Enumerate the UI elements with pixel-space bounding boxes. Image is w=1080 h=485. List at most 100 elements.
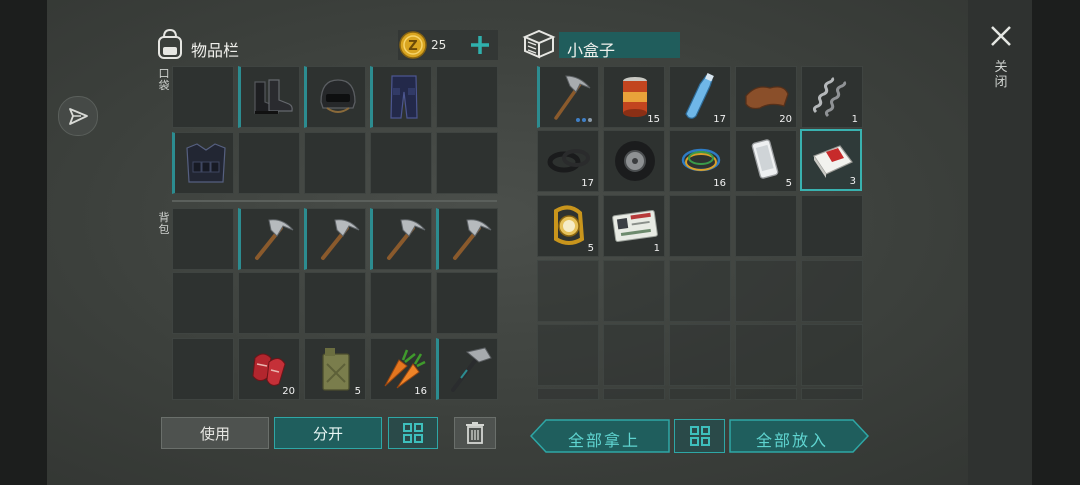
item-count: 3 xyxy=(849,176,856,187)
container-slot-empty[interactable] xyxy=(801,324,863,386)
container-slot[interactable]: 15 xyxy=(603,66,665,128)
inventory-slot-empty[interactable] xyxy=(304,132,366,194)
container-slot[interactable] xyxy=(537,66,599,128)
svg-text:Z: Z xyxy=(408,39,417,54)
item-count: 16 xyxy=(713,178,726,189)
sort-container-button[interactable] xyxy=(674,419,725,453)
container-slot[interactable]: 16 xyxy=(669,130,731,192)
container-slot-empty[interactable] xyxy=(801,260,863,322)
jerrycan-icon xyxy=(322,348,350,391)
container-slot-empty[interactable] xyxy=(735,260,797,322)
container-slot-empty[interactable] xyxy=(669,260,731,322)
container-slot[interactable] xyxy=(603,130,665,192)
helmet-icon xyxy=(320,79,356,113)
container-slot-empty[interactable] xyxy=(735,195,797,257)
boots-icon xyxy=(254,79,293,114)
container-slot[interactable]: 5 xyxy=(735,130,797,192)
take-all-label: 全部拿上 xyxy=(568,431,641,450)
inventory-slot-empty[interactable] xyxy=(172,208,234,270)
container-slot-empty[interactable] xyxy=(537,324,599,386)
container-slot[interactable]: 20 xyxy=(735,66,797,128)
inventory-slot-empty[interactable] xyxy=(436,66,498,128)
inventory-slot[interactable] xyxy=(304,66,366,128)
inventory-slot[interactable] xyxy=(238,66,300,128)
inventory-slot-empty[interactable] xyxy=(304,272,366,334)
inventory-slot[interactable]: 20 xyxy=(238,338,300,400)
pants-icon xyxy=(390,75,418,119)
item-count: 20 xyxy=(779,114,792,125)
container-slot[interactable]: 17 xyxy=(537,130,599,192)
close-icon xyxy=(991,26,1011,46)
container-title: 小盒子 xyxy=(567,41,616,60)
container-slot-empty[interactable] xyxy=(801,388,863,400)
inventory-slot[interactable] xyxy=(370,66,432,128)
inventory-slot-empty[interactable] xyxy=(172,272,234,334)
container-slot-empty[interactable] xyxy=(603,260,665,322)
hammer-icon xyxy=(451,347,492,392)
backpack-label: 背包 xyxy=(158,211,170,236)
inventory-slot-empty[interactable] xyxy=(436,272,498,334)
inventory-slot[interactable] xyxy=(436,338,498,400)
container-slot-selected[interactable]: 3 xyxy=(800,129,862,191)
inventory-slot-empty[interactable] xyxy=(238,272,300,334)
inventory-slot[interactable] xyxy=(172,132,234,194)
container-slot-empty[interactable] xyxy=(669,388,731,400)
container-slot-empty[interactable] xyxy=(669,195,731,257)
container-slot-empty[interactable] xyxy=(537,388,599,400)
pickaxe-icon xyxy=(554,75,591,120)
container-slot-empty[interactable] xyxy=(537,260,599,322)
container-slot[interactable]: 1 xyxy=(603,195,665,257)
inventory-slot[interactable]: 5 xyxy=(304,338,366,400)
container-slot-empty[interactable] xyxy=(669,324,731,386)
inventory-slot[interactable]: 16 xyxy=(370,338,432,400)
container-header: 小盒子 xyxy=(522,28,682,62)
inventory-slot-empty[interactable] xyxy=(238,132,300,194)
durability-dots xyxy=(576,118,592,122)
container-slot-empty[interactable] xyxy=(735,388,797,400)
add-coins-icon[interactable] xyxy=(468,33,492,57)
coin-count: 25 xyxy=(431,38,447,52)
inventory-slot[interactable] xyxy=(238,208,300,270)
inventory-slot-empty[interactable] xyxy=(436,132,498,194)
inventory-slot-empty[interactable] xyxy=(370,272,432,334)
item-count: 17 xyxy=(713,114,726,125)
inventory-slot[interactable] xyxy=(370,208,432,270)
box-icon xyxy=(522,29,556,59)
share-button[interactable] xyxy=(58,96,98,136)
item-count: 1 xyxy=(851,114,858,125)
phone-icon xyxy=(751,139,779,179)
vest-icon xyxy=(186,143,226,183)
close-button[interactable]: 关闭 xyxy=(984,20,1018,100)
container-slot[interactable]: 17 xyxy=(669,66,731,128)
trash-button[interactable] xyxy=(454,417,496,449)
take-all-button[interactable]: 全部拿上 xyxy=(530,419,670,453)
put-all-button[interactable]: 全部放入 xyxy=(729,419,869,453)
item-count: 17 xyxy=(581,178,594,189)
inventory-slot[interactable] xyxy=(304,208,366,270)
container-slot-empty[interactable] xyxy=(603,324,665,386)
section-divider xyxy=(172,200,497,202)
pocket-label: 口袋 xyxy=(158,67,170,92)
container-slot[interactable]: 5 xyxy=(537,195,599,257)
container-slot-empty[interactable] xyxy=(801,195,863,257)
split-button[interactable]: 分开 xyxy=(274,417,382,449)
item-count: 1 xyxy=(653,243,660,254)
backpack-icon xyxy=(158,28,182,59)
sort-inventory-button[interactable] xyxy=(388,417,438,449)
army-id-icon xyxy=(612,209,658,243)
item-count: 5 xyxy=(587,243,594,254)
close-label: 关闭 xyxy=(994,60,1008,90)
container-slot-empty[interactable] xyxy=(735,324,797,386)
coin-counter: Z 25 xyxy=(398,30,498,60)
use-button[interactable]: 使用 xyxy=(161,417,269,449)
pickaxe-icon xyxy=(387,219,426,260)
container-slot-empty[interactable] xyxy=(603,388,665,400)
put-all-label: 全部放入 xyxy=(756,431,829,450)
inventory-slot-empty[interactable] xyxy=(172,338,234,400)
inventory-slot-empty[interactable] xyxy=(172,66,234,128)
item-count: 15 xyxy=(647,114,660,125)
container-slot[interactable]: 1 xyxy=(801,66,863,128)
inventory-slot[interactable] xyxy=(436,208,498,270)
inventory-slot-empty[interactable] xyxy=(370,132,432,194)
spring-icon xyxy=(812,76,847,118)
